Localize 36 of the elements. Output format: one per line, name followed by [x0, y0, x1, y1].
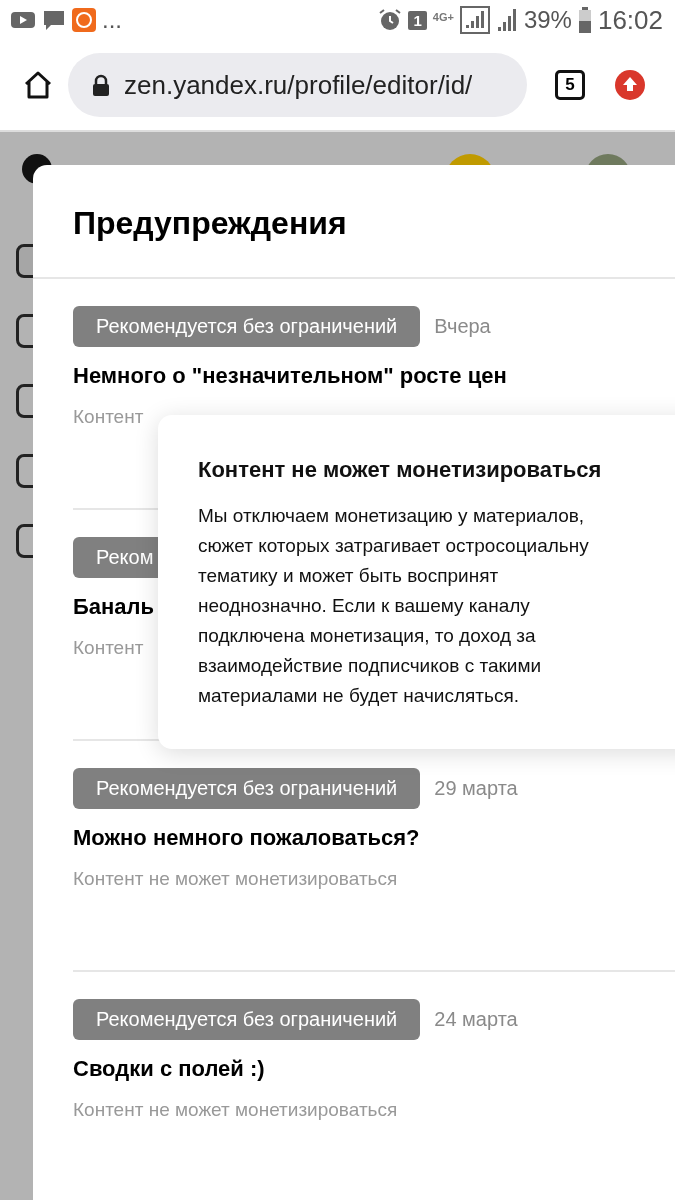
network-type: 4G+: [432, 10, 454, 23]
dialog-title: Предупреждения: [73, 205, 348, 242]
message-icon: [42, 9, 66, 31]
status-tag: Рекомендуется без ограничений: [73, 768, 421, 809]
warning-text: Контент: [73, 406, 144, 428]
warning-text: Контент: [73, 637, 144, 659]
item-date: Вчера: [434, 315, 491, 338]
article-title[interactable]: Можно немного пожаловаться?: [73, 825, 420, 851]
warning-text: Контент не может монетизироваться: [73, 1099, 398, 1121]
lock-icon: [92, 74, 110, 96]
alarm-icon: [378, 8, 403, 32]
status-tag: Рекомендуется без ограничений: [73, 999, 421, 1040]
video-icon: [10, 10, 36, 30]
item-date: 24 марта: [434, 1008, 518, 1031]
item-date: 29 марта: [434, 777, 518, 800]
status-tag: Рекомендуется без ограничений: [73, 306, 421, 347]
signal-icon: [495, 7, 518, 33]
tooltip-title: Контент не может монетизироваться: [198, 457, 603, 483]
sim-badge: 1: [408, 10, 427, 30]
clock: 16:02: [597, 4, 663, 36]
more-indicator: ...: [102, 6, 122, 34]
article-title[interactable]: Баналь: [73, 594, 155, 620]
battery-icon: [577, 7, 592, 33]
warning-text: Контент не может монетизироваться: [73, 868, 398, 890]
app-icon: [72, 8, 96, 32]
article-title[interactable]: Немного о "незначительном" росте цен: [73, 363, 507, 389]
signal-icon: [459, 6, 490, 34]
address-field[interactable]: zen.yandex.ru/profile/editor/id/: [68, 53, 527, 117]
update-button[interactable]: [615, 70, 645, 100]
article-title[interactable]: Сводки с полей :): [73, 1056, 265, 1082]
home-icon: [22, 69, 54, 101]
tabs-button[interactable]: 5: [555, 70, 585, 100]
home-button[interactable]: [22, 69, 54, 101]
battery-percent: 39%: [523, 6, 572, 34]
tooltip-text: Мы отключаем монетизацию у материалов, сюжет которых затрагивает остросоциальну тематику и может быть воспринят неоднозначно. Если к вашему каналу подключена монетизация, то доход за взаимодействие подписчиков с такими материалами не будет начисляться.: [198, 504, 590, 708]
upload-icon: [615, 70, 645, 100]
